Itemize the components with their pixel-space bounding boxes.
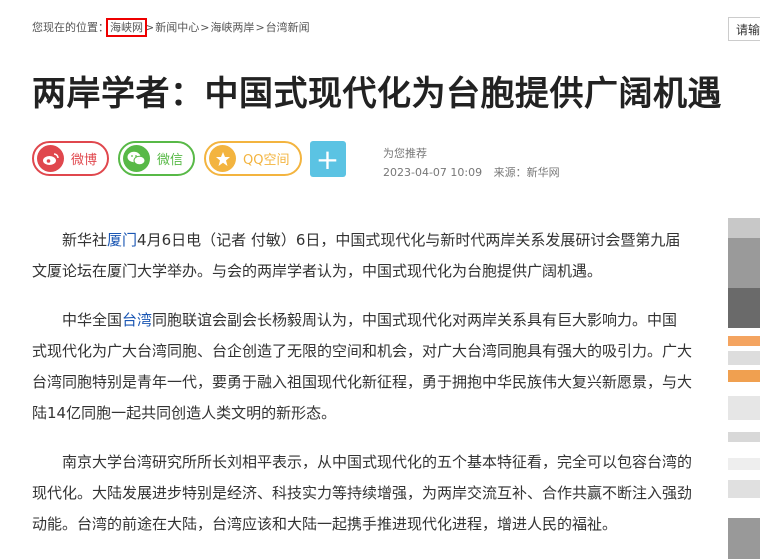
blurred-thumbnail <box>728 396 760 420</box>
share-bar: 微博 微信 QQ空间 + <box>32 141 346 177</box>
qzone-star-icon <box>209 145 237 172</box>
blurred-thumbnail <box>728 351 760 365</box>
blurred-thumbnail <box>728 480 760 498</box>
share-qq-label: QQ空间 <box>243 153 290 168</box>
blurred-thumbnail <box>728 238 760 288</box>
breadcrumb: 您现在的位置：海峡网 >新闻中心>海峡两岸>台湾新闻 <box>32 18 310 37</box>
blurred-thumbnail <box>728 336 760 346</box>
keyword-link-xiamen[interactable]: 厦门 <box>107 231 137 249</box>
share-weibo-label: 微博 <box>71 153 98 168</box>
share-weibo-button[interactable]: 微博 <box>32 141 110 176</box>
blurred-thumbnail <box>728 432 760 442</box>
blurred-thumbnail <box>728 370 760 382</box>
keyword-link-taiwan[interactable]: 台湾 <box>122 311 152 329</box>
paragraph: 南京大学台湾研究所所长刘相平表示，从中国式现代化的五个基本特征看，完全可以包容台… <box>32 453 693 533</box>
share-wechat-label: 微信 <box>157 153 184 168</box>
share-qq-button[interactable]: QQ空间 <box>204 141 302 176</box>
article-title: 两岸学者：中国式现代化为台胞提供广阔机遇 <box>32 74 722 114</box>
share-wechat-button[interactable]: 微信 <box>118 141 196 176</box>
blurred-thumbnail <box>728 288 760 328</box>
publish-date: 2023-04-07 10:09 <box>383 166 483 179</box>
source-name: 新华网 <box>526 166 560 179</box>
paragraph: 新华社厦门4月6日电（记者 付敏）6日，中国式现代化与新时代两岸关系发展研讨会暨… <box>32 231 681 280</box>
breadcrumb-prefix: 您现在的位置： <box>32 21 109 34</box>
breadcrumb-separator: > <box>255 21 265 34</box>
weibo-icon <box>37 145 64 172</box>
breadcrumb-link-news-center[interactable]: 新闻中心 <box>155 21 199 34</box>
article-meta: 为您推荐 2023-04-07 10:09 来源：新华网 <box>383 144 560 182</box>
blurred-thumbnail <box>728 458 760 470</box>
breadcrumb-separator: > <box>200 21 210 34</box>
article-content: 新华社厦门4月6日电（记者 付敏）6日，中国式现代化与新时代两岸关系发展研讨会暨… <box>32 225 692 558</box>
breadcrumb-link-cross-strait[interactable]: 海峡两岸 <box>210 21 254 34</box>
wechat-icon <box>123 145 151 172</box>
breadcrumb-link-haixia[interactable]: 海峡网 <box>106 18 147 37</box>
blurred-thumbnail <box>728 218 760 238</box>
share-more-button[interactable]: + <box>309 141 346 177</box>
paragraph: 中华全国台湾同胞联谊会副会长杨毅周认为，中国式现代化对两岸关系具有巨大影响力。中… <box>32 311 693 422</box>
login-input[interactable]: 请输 <box>728 17 760 41</box>
blurred-thumbnail <box>728 518 760 559</box>
breadcrumb-link-taiwan-news[interactable]: 台湾新闻 <box>266 21 310 34</box>
recommend-label[interactable]: 为您推荐 <box>383 144 560 163</box>
source-label: 来源： <box>493 166 527 179</box>
breadcrumb-separator: > <box>145 21 155 34</box>
